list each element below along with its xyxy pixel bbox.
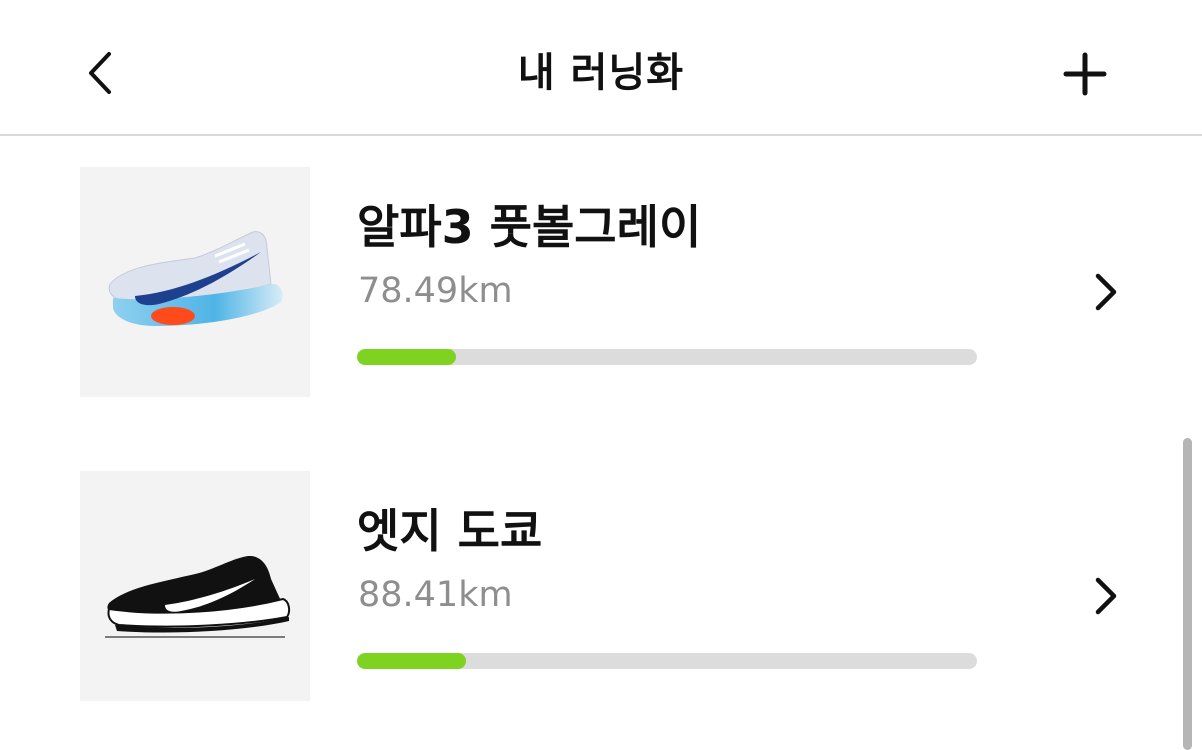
shoe-list-item[interactable]: 엣지 도쿄 88.41km [0,471,1180,703]
mileage-progress-fill [357,349,457,365]
top-nav-bar: 내 러닝화 [0,0,1202,136]
black-slip-on-shoe-image [105,555,291,638]
add-shoe-button[interactable] [1050,42,1120,106]
scrollbar[interactable] [1183,438,1192,750]
shoe-distance: 88.41km [358,575,513,615]
shoe-name: 알파3 풋볼그레이 [357,200,702,254]
chevron-right-icon [1086,571,1126,621]
shoe-list: 알파3 풋볼그레이 78.49km 엣지 도쿄 88.41km [0,136,1202,750]
shoe-distance: 78.49km [358,271,513,311]
chevron-right-icon [1086,267,1126,317]
mileage-progress-fill [357,653,466,669]
blue-white-racing-shoe-image [108,231,283,326]
page-title: 내 러닝화 [517,50,685,96]
mileage-progress-bar [357,349,977,365]
app-screen: 내 러닝화 알파3 풋볼그레이 78.49km 엣지 도쿄 88.41km [0,0,1202,750]
shoe-thumbnail [80,167,310,397]
plus-icon [1063,52,1107,96]
shoe-thumbnail [80,471,310,701]
shoe-name: 엣지 도쿄 [357,504,543,558]
shoe-list-item[interactable]: 알파3 풋볼그레이 78.49km [0,167,1180,399]
mileage-progress-bar [357,653,977,669]
